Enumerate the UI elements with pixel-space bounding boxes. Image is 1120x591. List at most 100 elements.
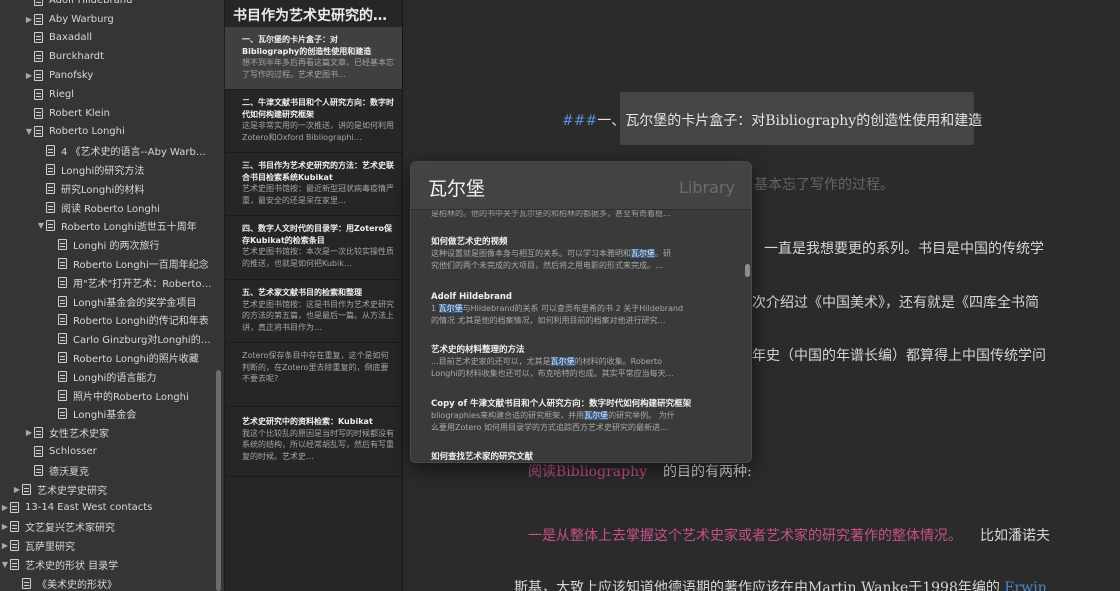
sidebar-item[interactable]: ▶ 13-14 East West contacts: [0, 499, 212, 518]
sidebar-item-label: Panofsky: [49, 70, 94, 82]
sidebar-item-label: 13-14 East West contacts: [25, 502, 153, 514]
note-item[interactable]: Zotero保存条目中存在重复，这个是如何判断的，在Zotero里去除重复的，倒…: [225, 343, 402, 407]
search-result[interactable]: 如何做艺术史的视频 这种设置就是图像本身与相互的关系。可以学习本雅明和瓦尔堡。研…: [431, 236, 731, 272]
sidebar-item-label: Roberto Longhi的照片收藏: [73, 354, 199, 366]
sidebar-item[interactable]: ▶ Panofsky: [0, 66, 212, 85]
result-snippet: 么要用Zotero 如何用目录学的方式追踪西方艺术史研究的最新进…: [431, 423, 668, 433]
editor-line: 一是从整体上去掌握这个艺术史家或者艺术家的研究著作的整体情况。 比如潘诺夫: [528, 525, 1050, 545]
document-icon: [46, 220, 55, 232]
editor-text: 比如潘诺夫: [980, 528, 1050, 544]
sidebar-item-label: 阅读 Roberto Longhi: [61, 203, 160, 215]
document-icon: [10, 558, 19, 570]
sidebar-item-label: Baxadall: [49, 32, 93, 44]
disclosure-closed-icon[interactable]: ▶: [24, 428, 34, 437]
disclosure-open-icon[interactable]: ▼: [0, 560, 10, 569]
search-result[interactable]: Adolf Hildebrand 1 瓦尔堡与Hildebrand的关系 可以查…: [431, 291, 731, 327]
search-results: 是柏林的。他的书中关于瓦尔堡的和柏林的都据多，甚至有奇着稳… 如何做艺术史的视频…: [411, 210, 751, 462]
sidebar-item-label: Longhi 的两次旅行: [73, 241, 160, 253]
sidebar-item[interactable]: 研究Longhi的材料: [0, 179, 212, 198]
sidebar-item[interactable]: Schlosser: [0, 442, 212, 461]
sidebar-item[interactable]: Adolf Hildebrand: [0, 0, 212, 10]
editor-link[interactable]: Erwin: [1004, 580, 1046, 591]
search-result[interactable]: Copy of 牛津文献书目和个人研究方向：数字时代如何构建研究框架 bliog…: [431, 398, 731, 434]
sidebar-item-label: Adolf Hildebrand: [49, 0, 133, 6]
sidebar-item[interactable]: Riegl: [0, 85, 212, 104]
sidebar-item[interactable]: ▼ Roberto Longhi: [0, 123, 212, 142]
search-result[interactable]: 如何查找艺术家的研究文献: [431, 451, 731, 462]
result-snippet: bliographies来构建合适的研究框架，并用瓦尔堡的研究举例。 为什: [431, 411, 675, 420]
note-item[interactable]: 艺术史研究中的资料检索：Kubikat 我这个比较乱的原因是当时写的时候都没有系…: [225, 407, 402, 477]
note-item[interactable]: 三、书目作为艺术史研究的方法：艺术史联合书目检索系统Kubikat 艺术史图书馆…: [225, 153, 402, 216]
sidebar-item[interactable]: 阅读 Roberto Longhi: [0, 198, 212, 217]
search-result[interactable]: 艺术史的材料整理的方法 ...目前艺术史家的还可以，尤其是瓦尔堡的材料的收集。R…: [431, 344, 731, 380]
disclosure-open-icon[interactable]: ▼: [36, 221, 46, 230]
results-scrollbar[interactable]: [745, 264, 750, 277]
sidebar-item-label: 艺术史的形状 目录学: [25, 560, 119, 572]
note-item[interactable]: 四、数字人文时代的目录学：用Zotero保存Kubikat的检索条目 艺术史图书…: [225, 216, 402, 280]
sidebar-item[interactable]: Robert Klein: [0, 104, 212, 123]
editor-link[interactable]: 阅读Bibliography: [528, 464, 647, 480]
sidebar-item-label: 《美术史的形状》: [37, 579, 117, 591]
sidebar-item-label: Roberto Longhi一百周年纪念: [73, 260, 209, 272]
sidebar-item[interactable]: ▼ Roberto Longhi逝世五十周年: [0, 217, 212, 236]
sidebar-item[interactable]: ▶ 女性艺术史家: [0, 423, 212, 442]
sidebar-item-label: 照片中的Roberto Longhi: [73, 391, 189, 403]
heading-marker: ###: [562, 113, 598, 129]
note-item[interactable]: 一、瓦尔堡的卡片盒子：对Bibliography的创造性使用和建造 想不到半年多…: [225, 27, 402, 90]
editor-text: 斯基，大致上应该知道他德语期的著作应该在由Martin Wanke于1998年编…: [514, 580, 1000, 591]
document-icon: [34, 0, 43, 6]
sidebar-item[interactable]: ▼ 艺术史的形状 目录学: [0, 555, 212, 574]
sidebar-item[interactable]: ▶ 艺术史学史研究: [0, 480, 212, 499]
disclosure-open-icon[interactable]: ▼: [24, 127, 34, 136]
disclosure-closed-icon[interactable]: ▶: [24, 71, 34, 80]
search-scope[interactable]: Library: [679, 178, 735, 197]
note-snippet: 艺术史图书馆按：最近新型冠状病毒疫情严重，最安全的还是呆在家里…: [242, 184, 394, 205]
sidebar-item[interactable]: Longhi 的两次旅行: [0, 235, 212, 254]
sidebar-item[interactable]: ▶ 瓦萨里研究: [0, 536, 212, 555]
match-highlight: 瓦尔堡: [631, 249, 655, 258]
search-popup: 瓦尔堡 Library 是柏林的。他的书中关于瓦尔堡的和柏林的都据多，甚至有奇着…: [410, 161, 752, 463]
document-icon: [58, 276, 67, 288]
search-input[interactable]: 瓦尔堡 Library: [411, 162, 751, 210]
disclosure-closed-icon[interactable]: ▶: [12, 485, 22, 494]
sidebar-item[interactable]: Longhi的研究方法: [0, 160, 212, 179]
sidebar-item[interactable]: ▶ Aby Warburg: [0, 10, 212, 29]
sidebar-item[interactable]: Carlo Ginzburg对Longhi的…: [0, 329, 212, 348]
sidebar-item[interactable]: Burckhardt: [0, 47, 212, 66]
document-icon: [46, 182, 55, 194]
document-icon: [10, 540, 19, 552]
editor-line: 一直是我想要更的系列。书目是中国的传统学: [764, 241, 1044, 257]
note-item[interactable]: 二、牛津文献书目和个人研究方向：数字时代如何构建研究框架 这是非常实用的一次推送…: [225, 90, 402, 153]
sidebar-scrollbar[interactable]: [216, 370, 221, 591]
sidebar-item[interactable]: Roberto Longhi的传记和年表: [0, 311, 212, 330]
disclosure-closed-icon[interactable]: ▶: [0, 503, 10, 512]
sidebar-item[interactable]: Roberto Longhi一百周年纪念: [0, 254, 212, 273]
note-list: 书目作为艺术史研究的… 一、瓦尔堡的卡片盒子：对Bibliography的创造性…: [225, 0, 403, 591]
sidebar-item[interactable]: Longhi基金会: [0, 405, 212, 424]
disclosure-closed-icon[interactable]: ▶: [0, 522, 10, 531]
sidebar-item-label: Schlosser: [49, 446, 97, 458]
search-query: 瓦尔堡: [428, 178, 486, 200]
editor-line: 阅读Bibliography 的目的有两种:: [528, 461, 752, 481]
sidebar-item[interactable]: Longhi基金会的奖学金项目: [0, 292, 212, 311]
note-title: 艺术史研究中的资料检索：Kubikat: [242, 417, 373, 426]
sidebar-item[interactable]: ▶ 文艺复兴艺术家研究: [0, 517, 212, 536]
sidebar-item[interactable]: 照片中的Roberto Longhi: [0, 386, 212, 405]
sidebar-item[interactable]: 德沃夏克: [0, 461, 212, 480]
sidebar-item[interactable]: 用"艺术"打开艺术：Roberto…: [0, 273, 212, 292]
note-item[interactable]: 五、艺术家文献书目的检索和整理 艺术史图书馆按：这是书目作为艺术史研究的方法的第…: [225, 280, 402, 343]
sidebar-item[interactable]: Roberto Longhi的照片收藏: [0, 348, 212, 367]
disclosure-closed-icon[interactable]: ▶: [0, 541, 10, 550]
document-icon: [58, 408, 67, 420]
document-icon: [22, 483, 31, 495]
sidebar-item[interactable]: 《美术史的形状》: [0, 574, 212, 591]
sidebar-item[interactable]: Baxadall: [0, 29, 212, 48]
sidebar-item-label: Carlo Ginzburg对Longhi的…: [73, 335, 211, 347]
document-icon: [58, 239, 67, 251]
sidebar-item[interactable]: 4 《艺术史的语言--Aby Warbur…: [0, 141, 212, 160]
document-icon: [10, 521, 19, 533]
sidebar-item[interactable]: Longhi的语言能力: [0, 367, 212, 386]
document-icon: [34, 88, 43, 100]
document-icon: [58, 314, 67, 326]
disclosure-closed-icon[interactable]: ▶: [24, 15, 34, 24]
